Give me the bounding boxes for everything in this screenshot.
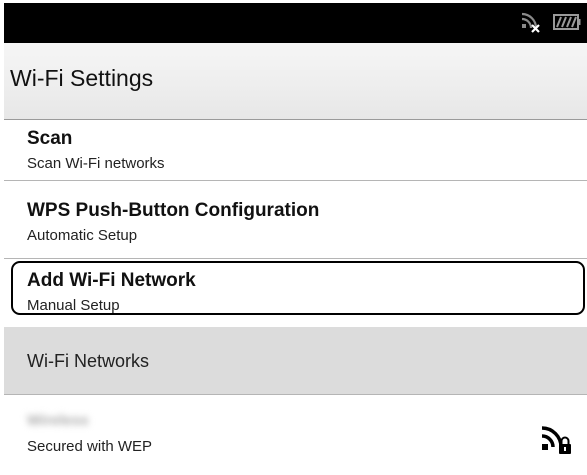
networks-section-header: Wi-Fi Networks xyxy=(4,327,587,395)
menu-item-subtitle: Manual Setup xyxy=(27,297,120,314)
battery-icon xyxy=(553,13,581,36)
menu-item-scan[interactable]: Scan Scan Wi-Fi networks xyxy=(4,120,587,181)
menu-item-title: Add Wi-Fi Network xyxy=(27,270,196,291)
wifi-disconnected-icon xyxy=(521,11,543,38)
status-icons xyxy=(521,12,581,36)
menu-item-add-network[interactable]: Add Wi-Fi Network Manual Setup xyxy=(4,259,587,327)
network-list-item[interactable]: Wireless Secured with WEP xyxy=(4,395,587,475)
menu-item-subtitle: Automatic Setup xyxy=(27,227,138,244)
network-security: Secured with WEP xyxy=(27,438,153,455)
section-title: Wi-Fi Networks xyxy=(27,351,149,371)
page-title: Wi-Fi Settings xyxy=(10,65,154,91)
secured-wifi-icon xyxy=(539,421,573,460)
title-bar: Wi-Fi Settings xyxy=(4,43,587,120)
menu-item-title: Scan xyxy=(27,128,73,149)
status-bar xyxy=(4,3,587,43)
network-name: Wireless xyxy=(27,412,89,429)
menu-item-title: WPS Push-Button Configuration xyxy=(27,200,320,221)
menu-item-subtitle: Scan Wi-Fi networks xyxy=(27,155,165,172)
menu-item-wps[interactable]: WPS Push-Button Configuration Automatic … xyxy=(4,181,587,259)
